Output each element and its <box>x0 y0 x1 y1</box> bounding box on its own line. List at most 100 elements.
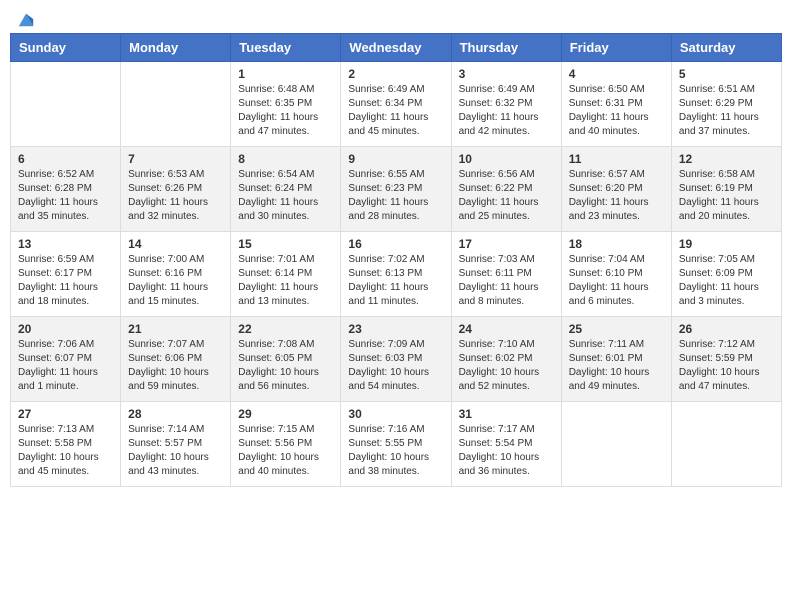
day-number: 30 <box>348 407 443 421</box>
day-number: 17 <box>459 237 554 251</box>
day-info: Sunrise: 7:05 AM Sunset: 6:09 PM Dayligh… <box>679 253 774 309</box>
calendar-cell: 23 Sunrise: 7:09 AM Sunset: 6:03 PM Dayli… <box>341 317 451 402</box>
calendar-cell <box>11 62 121 147</box>
day-info: Sunrise: 7:01 AM Sunset: 6:14 PM Dayligh… <box>238 253 333 309</box>
calendar-cell: 17 Sunrise: 7:03 AM Sunset: 6:11 PM Dayli… <box>451 232 561 317</box>
day-number: 14 <box>128 237 223 251</box>
day-info: Sunrise: 6:54 AM Sunset: 6:24 PM Dayligh… <box>238 168 333 224</box>
day-info: Sunrise: 6:49 AM Sunset: 6:32 PM Dayligh… <box>459 83 554 139</box>
calendar-cell: 25 Sunrise: 7:11 AM Sunset: 6:01 PM Dayli… <box>561 317 671 402</box>
calendar-table: SundayMondayTuesdayWednesdayThursdayFrid… <box>10 33 782 487</box>
day-number: 25 <box>569 322 664 336</box>
calendar-cell: 24 Sunrise: 7:10 AM Sunset: 6:02 PM Dayli… <box>451 317 561 402</box>
calendar-header-saturday: Saturday <box>671 34 781 62</box>
calendar-header-monday: Monday <box>121 34 231 62</box>
calendar-cell: 6 Sunrise: 6:52 AM Sunset: 6:28 PM Daylig… <box>11 147 121 232</box>
day-info: Sunrise: 7:00 AM Sunset: 6:16 PM Dayligh… <box>128 253 223 309</box>
day-number: 28 <box>128 407 223 421</box>
day-number: 21 <box>128 322 223 336</box>
calendar-cell: 14 Sunrise: 7:00 AM Sunset: 6:16 PM Dayli… <box>121 232 231 317</box>
calendar-header-tuesday: Tuesday <box>231 34 341 62</box>
day-info: Sunrise: 7:08 AM Sunset: 6:05 PM Dayligh… <box>238 338 333 394</box>
calendar-week-row: 20 Sunrise: 7:06 AM Sunset: 6:07 PM Dayli… <box>11 317 782 402</box>
calendar-cell: 29Sunrise: 7:15 AM Sunset: 5:56 PM Dayli… <box>231 402 341 487</box>
day-info: Sunrise: 7:13 AM Sunset: 5:58 PM Dayligh… <box>18 423 113 479</box>
day-number: 8 <box>238 152 333 166</box>
calendar-cell: 22 Sunrise: 7:08 AM Sunset: 6:05 PM Dayli… <box>231 317 341 402</box>
day-info: Sunrise: 6:52 AM Sunset: 6:28 PM Dayligh… <box>18 168 113 224</box>
day-info: Sunrise: 7:16 AM Sunset: 5:55 PM Dayligh… <box>348 423 443 479</box>
calendar-cell: 3 Sunrise: 6:49 AM Sunset: 6:32 PM Daylig… <box>451 62 561 147</box>
calendar-week-row: 27 Sunrise: 7:13 AM Sunset: 5:58 PM Dayli… <box>11 402 782 487</box>
day-number: 7 <box>128 152 223 166</box>
calendar-cell <box>671 402 781 487</box>
day-number: 15 <box>238 237 333 251</box>
calendar-cell: 2Sunrise: 6:49 AM Sunset: 6:34 PM Daylig… <box>341 62 451 147</box>
calendar-week-row: 13 Sunrise: 6:59 AM Sunset: 6:17 PM Dayli… <box>11 232 782 317</box>
calendar-cell: 4Sunrise: 6:50 AM Sunset: 6:31 PM Daylig… <box>561 62 671 147</box>
calendar-cell: 5Sunrise: 6:51 AM Sunset: 6:29 PM Daylig… <box>671 62 781 147</box>
logo-icon <box>17 10 35 28</box>
day-number: 27 <box>18 407 113 421</box>
day-info: Sunrise: 6:57 AM Sunset: 6:20 PM Dayligh… <box>569 168 664 224</box>
day-number: 22 <box>238 322 333 336</box>
calendar-cell: 7Sunrise: 6:53 AM Sunset: 6:26 PM Daylig… <box>121 147 231 232</box>
day-info: Sunrise: 6:58 AM Sunset: 6:19 PM Dayligh… <box>679 168 774 224</box>
calendar-header-friday: Friday <box>561 34 671 62</box>
day-number: 23 <box>348 322 443 336</box>
calendar-cell: 19 Sunrise: 7:05 AM Sunset: 6:09 PM Dayli… <box>671 232 781 317</box>
page-header <box>10 10 782 23</box>
day-number: 4 <box>569 67 664 81</box>
calendar-cell: 12 Sunrise: 6:58 AM Sunset: 6:19 PM Dayli… <box>671 147 781 232</box>
calendar-header-row: SundayMondayTuesdayWednesdayThursdayFrid… <box>11 34 782 62</box>
calendar-cell: 27 Sunrise: 7:13 AM Sunset: 5:58 PM Dayli… <box>11 402 121 487</box>
calendar-cell <box>121 62 231 147</box>
calendar-cell: 11 Sunrise: 6:57 AM Sunset: 6:20 PM Dayli… <box>561 147 671 232</box>
day-number: 6 <box>18 152 113 166</box>
day-number: 1 <box>238 67 333 81</box>
day-number: 26 <box>679 322 774 336</box>
calendar-cell: 10 Sunrise: 6:56 AM Sunset: 6:22 PM Dayli… <box>451 147 561 232</box>
calendar-cell: 1 Sunrise: 6:48 AM Sunset: 6:35 PM Daylig… <box>231 62 341 147</box>
day-number: 10 <box>459 152 554 166</box>
day-info: Sunrise: 6:48 AM Sunset: 6:35 PM Dayligh… <box>238 83 333 139</box>
day-info: Sunrise: 7:11 AM Sunset: 6:01 PM Dayligh… <box>569 338 664 394</box>
calendar-cell: 15 Sunrise: 7:01 AM Sunset: 6:14 PM Dayli… <box>231 232 341 317</box>
day-info: Sunrise: 7:09 AM Sunset: 6:03 PM Dayligh… <box>348 338 443 394</box>
logo <box>15 10 35 23</box>
calendar-cell: 28 Sunrise: 7:14 AM Sunset: 5:57 PM Dayli… <box>121 402 231 487</box>
calendar-cell: 18Sunrise: 7:04 AM Sunset: 6:10 PM Dayli… <box>561 232 671 317</box>
day-info: Sunrise: 6:55 AM Sunset: 6:23 PM Dayligh… <box>348 168 443 224</box>
day-number: 13 <box>18 237 113 251</box>
day-info: Sunrise: 7:14 AM Sunset: 5:57 PM Dayligh… <box>128 423 223 479</box>
day-number: 20 <box>18 322 113 336</box>
day-info: Sunrise: 6:51 AM Sunset: 6:29 PM Dayligh… <box>679 83 774 139</box>
day-info: Sunrise: 7:06 AM Sunset: 6:07 PM Dayligh… <box>18 338 113 394</box>
day-info: Sunrise: 6:56 AM Sunset: 6:22 PM Dayligh… <box>459 168 554 224</box>
day-info: Sunrise: 6:59 AM Sunset: 6:17 PM Dayligh… <box>18 253 113 309</box>
day-number: 31 <box>459 407 554 421</box>
calendar-cell: 13 Sunrise: 6:59 AM Sunset: 6:17 PM Dayli… <box>11 232 121 317</box>
day-number: 3 <box>459 67 554 81</box>
day-info: Sunrise: 7:12 AM Sunset: 5:59 PM Dayligh… <box>679 338 774 394</box>
calendar-cell: 30 Sunrise: 7:16 AM Sunset: 5:55 PM Dayli… <box>341 402 451 487</box>
calendar-cell: 9Sunrise: 6:55 AM Sunset: 6:23 PM Daylig… <box>341 147 451 232</box>
calendar-week-row: 6 Sunrise: 6:52 AM Sunset: 6:28 PM Daylig… <box>11 147 782 232</box>
day-info: Sunrise: 7:04 AM Sunset: 6:10 PM Dayligh… <box>569 253 664 309</box>
calendar-cell <box>561 402 671 487</box>
day-info: Sunrise: 7:02 AM Sunset: 6:13 PM Dayligh… <box>348 253 443 309</box>
day-number: 12 <box>679 152 774 166</box>
day-info: Sunrise: 7:10 AM Sunset: 6:02 PM Dayligh… <box>459 338 554 394</box>
day-info: Sunrise: 7:07 AM Sunset: 6:06 PM Dayligh… <box>128 338 223 394</box>
calendar-cell: 26 Sunrise: 7:12 AM Sunset: 5:59 PM Dayli… <box>671 317 781 402</box>
day-number: 24 <box>459 322 554 336</box>
calendar-header-thursday: Thursday <box>451 34 561 62</box>
calendar-cell: 8 Sunrise: 6:54 AM Sunset: 6:24 PM Daylig… <box>231 147 341 232</box>
day-info: Sunrise: 7:03 AM Sunset: 6:11 PM Dayligh… <box>459 253 554 309</box>
calendar-header-wednesday: Wednesday <box>341 34 451 62</box>
day-number: 11 <box>569 152 664 166</box>
day-info: Sunrise: 7:15 AM Sunset: 5:56 PM Dayligh… <box>238 423 333 479</box>
day-number: 19 <box>679 237 774 251</box>
calendar-cell: 20 Sunrise: 7:06 AM Sunset: 6:07 PM Dayli… <box>11 317 121 402</box>
day-info: Sunrise: 7:17 AM Sunset: 5:54 PM Dayligh… <box>459 423 554 479</box>
